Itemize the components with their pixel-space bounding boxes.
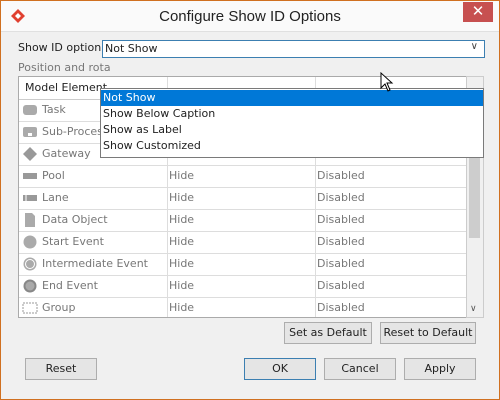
show-id-cell[interactable]: Hide bbox=[169, 297, 194, 317]
show-id-cell[interactable]: Hide bbox=[169, 165, 194, 187]
scroll-down-icon[interactable]: ∨ bbox=[470, 304, 477, 314]
position-cell[interactable]: Disabled bbox=[317, 187, 365, 209]
position-cell[interactable]: Disabled bbox=[317, 297, 365, 317]
mouse-cursor-icon bbox=[380, 72, 394, 92]
model-element-cell: Gateway bbox=[42, 147, 91, 160]
reset-to-default-button[interactable]: Reset to Default bbox=[380, 322, 476, 344]
model-element-cell: Task bbox=[42, 103, 66, 116]
model-element-cell: Lane bbox=[42, 191, 69, 204]
column-header-model-element[interactable]: Model Element bbox=[25, 81, 107, 94]
position-rotation-label: Position and rota bbox=[18, 61, 111, 74]
position-cell[interactable]: Disabled bbox=[317, 253, 365, 275]
window-title: Configure Show ID Options bbox=[159, 8, 341, 25]
reset-button[interactable]: Reset bbox=[25, 358, 97, 380]
dropdown-option-show-as-label[interactable]: Show as Label bbox=[101, 122, 483, 138]
model-element-cell: Start Event bbox=[42, 235, 104, 248]
dropdown-option-show-customized[interactable]: Show Customized bbox=[101, 138, 483, 154]
lane-icon bbox=[23, 195, 37, 201]
show-id-cell[interactable]: Hide bbox=[169, 209, 194, 231]
group-icon bbox=[22, 302, 38, 314]
show-id-option-label: Show ID option : bbox=[18, 41, 109, 54]
dialog-window: Configure Show ID Options ✕ Show ID opti… bbox=[0, 0, 500, 400]
apply-button[interactable]: Apply bbox=[404, 358, 476, 380]
close-button[interactable]: ✕ bbox=[463, 2, 493, 22]
show-id-cell[interactable]: Hide bbox=[169, 187, 194, 209]
show-id-cell[interactable]: Hide bbox=[169, 253, 194, 275]
gateway-icon bbox=[23, 147, 37, 161]
position-cell[interactable]: Disabled bbox=[317, 275, 365, 297]
position-cell[interactable]: Disabled bbox=[317, 209, 365, 231]
model-element-cell: Sub-Process bbox=[42, 125, 109, 138]
dialog-content: Show ID option : Not Show ∨ Position and… bbox=[1, 32, 499, 399]
table-row[interactable]: Intermediate Event Hide Disabled bbox=[19, 253, 466, 276]
title-bar[interactable]: Configure Show ID Options ✕ bbox=[1, 1, 499, 32]
set-as-default-button[interactable]: Set as Default bbox=[284, 322, 372, 344]
table-row[interactable]: Lane Hide Disabled bbox=[19, 187, 466, 210]
end-event-icon bbox=[23, 279, 37, 293]
show-id-option-select[interactable]: Not Show ∨ bbox=[102, 40, 485, 58]
model-element-cell: Data Object bbox=[42, 213, 108, 226]
table-row[interactable]: Data Object Hide Disabled bbox=[19, 209, 466, 232]
show-id-cell[interactable]: Hide bbox=[169, 231, 194, 253]
data-object-icon bbox=[25, 213, 35, 227]
cancel-button[interactable]: Cancel bbox=[324, 358, 396, 380]
table-row[interactable]: Group Hide Disabled bbox=[19, 297, 466, 317]
position-cell[interactable]: Disabled bbox=[317, 231, 365, 253]
table-row[interactable]: End Event Hide Disabled bbox=[19, 275, 466, 298]
position-cell[interactable]: Disabled bbox=[317, 165, 365, 187]
task-icon bbox=[23, 105, 37, 115]
show-id-cell[interactable]: Hide bbox=[169, 275, 194, 297]
model-element-cell: Group bbox=[42, 301, 76, 314]
close-icon: ✕ bbox=[471, 2, 485, 20]
ok-button[interactable]: OK bbox=[244, 358, 316, 380]
model-element-cell: Pool bbox=[42, 169, 65, 182]
pool-icon bbox=[23, 173, 37, 179]
intermediate-event-icon bbox=[23, 257, 37, 271]
dropdown-option-show-below-caption[interactable]: Show Below Caption bbox=[101, 106, 483, 122]
chevron-down-icon[interactable]: ∨ bbox=[471, 41, 478, 52]
sub-process-icon bbox=[23, 127, 37, 137]
dropdown-option-not-show[interactable]: Not Show bbox=[101, 90, 483, 106]
model-element-cell: End Event bbox=[42, 279, 98, 292]
model-element-cell: Intermediate Event bbox=[42, 257, 148, 270]
table-row[interactable]: Start Event Hide Disabled bbox=[19, 231, 466, 254]
show-id-option-dropdown: Not Show Show Below Caption Show as Labe… bbox=[100, 88, 484, 158]
start-event-icon bbox=[23, 235, 37, 249]
table-row[interactable]: Pool Hide Disabled bbox=[19, 165, 466, 188]
show-id-option-value: Not Show bbox=[105, 42, 158, 55]
